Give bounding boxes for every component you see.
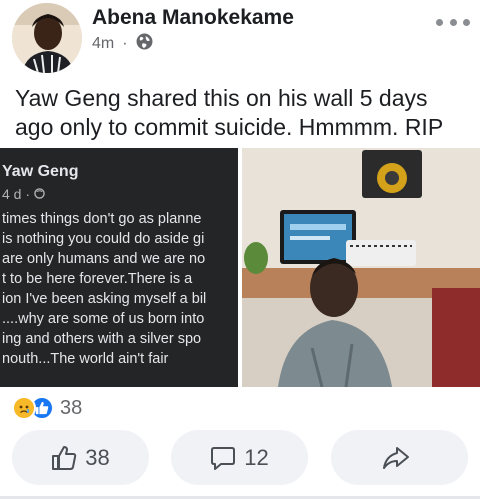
comment-button[interactable]: 12 [171, 430, 308, 485]
shared-post-time: 4 d · [2, 186, 34, 202]
shared-author-name: Yaw Geng [2, 163, 79, 180]
globe-icon [136, 33, 153, 55]
meta-separator: · [122, 35, 128, 52]
shared-post-meta: 4 d · [2, 186, 45, 202]
post-time[interactable]: 4m [92, 35, 114, 53]
shared-post-image[interactable]: Yaw Geng 4 d · times things don't go as … [0, 148, 238, 387]
post-text-line: Yaw Geng shared this on his wall 5 days [15, 85, 428, 111]
post-text: Yaw Geng shared this on his wall 5 days … [15, 84, 475, 142]
like-count: 38 [85, 444, 110, 470]
post-text-line: ago only to commit suicide. Hmmmm. RIP [15, 114, 444, 140]
dot-icon [436, 18, 443, 26]
more-options-button[interactable] [436, 12, 470, 32]
shared-text-line: ion I've been asking myself a bil [2, 291, 207, 307]
shared-text-line: times things don't go as planne [2, 211, 202, 227]
shared-text-line: ing and others with a silver spo [2, 331, 202, 347]
shared-text-line: nouth...The world ain't fair [2, 351, 169, 367]
avatar[interactable] [12, 3, 82, 73]
shared-post-text: times things don't go as planne is nothi… [2, 209, 206, 369]
share-button[interactable] [331, 430, 468, 485]
comment-count: 12 [244, 444, 269, 470]
like-button[interactable]: 38 [12, 430, 149, 485]
shared-text-line: are only humans and we are no [2, 251, 206, 267]
share-arrow-icon [382, 446, 409, 469]
dot-icon [463, 18, 470, 26]
shared-text-line: is nothing you could do aside gi [2, 231, 205, 247]
reactions-summary[interactable]: 38 [12, 395, 82, 421]
post-card: Abena Manokekame 4m · Yaw Geng shared th… [0, 0, 480, 499]
comment-icon [211, 446, 236, 470]
shared-text-line: ....why are some of us born into [2, 311, 205, 327]
shared-text-line: t to be here forever.There is a [2, 271, 193, 287]
post-photo[interactable] [242, 148, 480, 387]
post-meta: 4m · [92, 33, 153, 55]
author-name[interactable]: Abena Manokekame [92, 6, 294, 30]
dot-icon [449, 18, 457, 26]
thumbs-up-icon [52, 445, 77, 470]
reaction-count: 38 [60, 396, 83, 419]
sad-reaction-icon [12, 396, 36, 420]
small-globe-icon [34, 186, 45, 202]
